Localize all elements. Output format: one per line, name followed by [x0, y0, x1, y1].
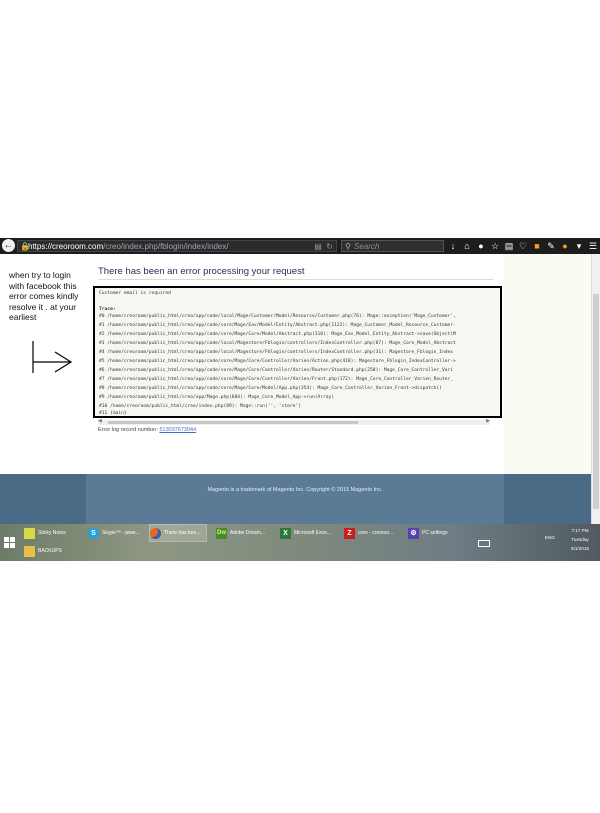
error-log-record: Error log record number: 513037673044 [98, 427, 196, 433]
trace-line: #9 /home/creoroom/public_html/creo/app/M… [99, 395, 335, 400]
trace-line: #1 /home/creoroom/public_html/creo/app/c… [99, 323, 456, 328]
trace-line: #0 /home/creoroom/public_html/creo/app/c… [99, 314, 456, 319]
trace-line: #8 /home/creoroom/public_html/creo/app/c… [99, 386, 442, 391]
scroll-right-icon[interactable]: ▶ [486, 418, 490, 424]
toolbar-icons: ↓ ⌂ ● ☆ ▤ ♡ ■ ✎ ● ▾ ☰ [448, 238, 598, 254]
trace-line: #2 /home/creoroom/public_html/creo/app/c… [99, 332, 456, 337]
taskbar-item-label: Sticky Notes [38, 530, 66, 536]
footer-text: Magento is a trademark of Magento Inc. C… [207, 487, 383, 493]
taskbar-item-filezilla[interactable]: Z creo - creoroo... [344, 525, 393, 541]
excel-icon: X [280, 527, 291, 539]
error-message: Customer email is required [99, 291, 171, 296]
firefox-icon [150, 527, 161, 539]
trace-line: #10 /home/creoroom/public_html/creo/inde… [99, 404, 301, 409]
system-tray [478, 525, 560, 559]
clock-day: Tuesday [571, 537, 589, 542]
clock[interactable]: 7:17 PM Tuesday 9/1/2015 [562, 526, 598, 553]
error-trace-box: Customer email is required Trace: #0 /ho… [93, 286, 502, 418]
taskbar-item-label: Adobe Dream... [230, 530, 266, 536]
taskbar-item-excel[interactable]: X Microsoft Exce... [280, 525, 331, 541]
trace-line: #5 /home/creoroom/public_html/creo/app/c… [99, 359, 456, 364]
trace-line: #11 {main} [99, 411, 127, 416]
address-bar[interactable]: 🔒 https://creoroom.com/creo/index.php/fb… [17, 240, 337, 252]
clock-time: 7:17 PM [571, 528, 589, 533]
download-icon[interactable]: ↓ [448, 241, 458, 251]
log-label: Error log record number: [98, 427, 158, 433]
taskbar-item-label: Skype™ - jewe... [102, 530, 140, 536]
log-number-link[interactable]: 513037673044 [159, 427, 196, 433]
clock-date: 9/1/2015 [571, 546, 589, 551]
annotation-note: when try to login with facebook this err… [9, 270, 79, 322]
scroll-thumb[interactable] [108, 421, 358, 424]
taskbar-item-firefox[interactable]: There has bee... [148, 524, 208, 542]
trace-line: #4 /home/creoroom/public_html/creo/app/c… [99, 350, 454, 355]
bookmarks-list-icon[interactable]: ▤ [504, 241, 514, 252]
dropdown-icon[interactable]: ▾ [574, 241, 584, 252]
trace-line: #3 /home/creoroom/public_html/creo/app/c… [99, 341, 456, 346]
folder-icon [24, 545, 35, 557]
right-gutter [504, 254, 591, 474]
taskbar-item-skype[interactable]: S Skype™ - jewe... [88, 525, 140, 541]
horizontal-scrollbar[interactable]: ◀ ▶ [98, 418, 490, 425]
settings-icon: ⚙ [408, 527, 419, 539]
url-text: https://creoroom.com/creo/index.php/fblo… [28, 241, 229, 252]
skype-icon: S [88, 527, 99, 539]
error-page: There has been an error processing your … [86, 254, 504, 474]
filezilla-icon: Z [344, 527, 355, 539]
scroll-left-icon[interactable]: ◀ [98, 418, 102, 424]
arrow-icon [32, 341, 73, 373]
url-host: https://creoroom.com [28, 242, 104, 251]
menu-icon[interactable]: ☰ [588, 241, 598, 252]
page-title: There has been an error processing your … [98, 266, 305, 277]
search-input[interactable]: ⚲ Search [341, 240, 444, 252]
trace-line: #6 /home/creoroom/public_html/creo/app/c… [99, 368, 454, 373]
trace-line: #7 /home/creoroom/public_html/creo/app/c… [99, 377, 454, 382]
scroll-thumb[interactable] [593, 294, 599, 509]
windows-start-icon[interactable] [4, 537, 15, 548]
taskbar-item-dreamweaver[interactable]: Dw Adobe Dream... [216, 525, 265, 541]
search-placeholder: Search [354, 242, 380, 251]
annotation-panel: when try to login with facebook this err… [0, 254, 86, 474]
taskbar-item-label: PC settings [422, 530, 448, 536]
taskbar: Sticky Notes S Skype™ - jewe... There ha… [0, 524, 600, 561]
taskbar-item-label: There has bee... [164, 530, 201, 536]
page-footer: Magento is a trademark of Magento Inc. C… [0, 474, 591, 524]
footer-center: Magento is a trademark of Magento Inc. C… [86, 474, 504, 524]
taskbar-item-pc-settings[interactable]: ⚙ PC settings [408, 525, 448, 541]
addon-icon[interactable]: ■ [532, 241, 542, 251]
bookmark-star-icon[interactable]: ☆ [490, 241, 500, 252]
pocket-icon[interactable]: ♡ [518, 241, 528, 252]
home-icon[interactable]: ⌂ [462, 241, 472, 251]
vertical-scrollbar[interactable] [591, 254, 600, 524]
taskbar-item-backups[interactable]: BACKUPS [24, 543, 62, 559]
trace-label: Trace: [99, 307, 116, 312]
firebug-icon[interactable]: ● [560, 241, 570, 251]
chat-icon[interactable]: ● [476, 241, 486, 251]
title-divider [98, 279, 493, 280]
touch-keyboard-icon[interactable] [478, 540, 490, 547]
screenshot: ← 🔒 https://creoroom.com/creo/index.php/… [0, 238, 600, 561]
taskbar-item-label: creo - creoroo... [358, 530, 394, 536]
browser-toolbar: ← 🔒 https://creoroom.com/creo/index.php/… [0, 238, 600, 254]
tools-icon[interactable]: ✎ [546, 241, 556, 252]
back-arrow-icon[interactable]: ← [2, 239, 15, 252]
taskbar-item-label: BACKUPS [38, 548, 62, 554]
language-indicator[interactable]: ENG [545, 535, 555, 540]
taskbar-item-label: Microsoft Exce... [294, 530, 331, 536]
sticky-notes-icon [24, 527, 35, 539]
dreamweaver-icon: Dw [216, 527, 227, 539]
url-path: /creo/index.php/fblogin/index/index/ [103, 242, 229, 251]
search-icon: ⚲ [345, 242, 351, 251]
taskbar-item-sticky-notes[interactable]: Sticky Notes [24, 525, 66, 541]
reader-reload-icons[interactable]: ▤ ↻ [314, 241, 333, 252]
